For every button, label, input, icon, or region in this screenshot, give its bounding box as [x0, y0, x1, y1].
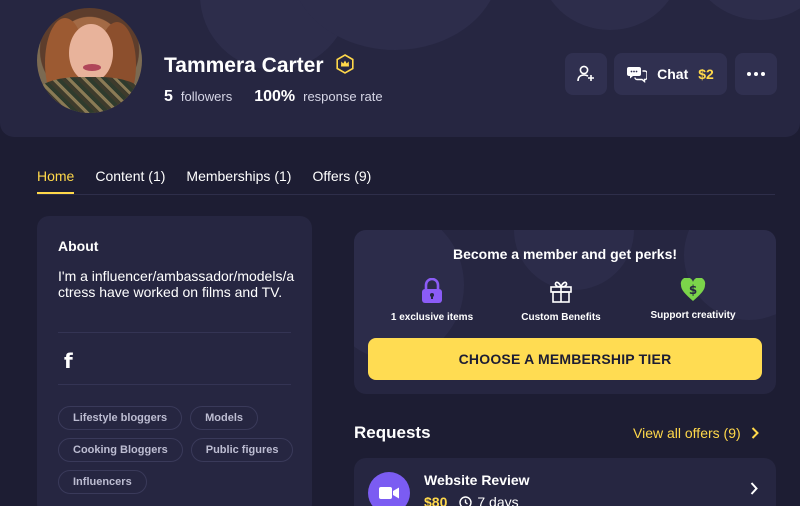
membership-card: Become a member and get perks! 1 exclusi…	[354, 230, 776, 394]
clock-icon	[459, 495, 473, 506]
tab-content[interactable]: Content (1)	[95, 168, 165, 194]
lock-icon	[422, 278, 442, 303]
followers-count: 5	[164, 88, 173, 105]
perk-label: Support creativity	[650, 310, 736, 321]
perk-label: 1 exclusive items	[390, 312, 474, 323]
tag-influencers[interactable]: Influencers	[58, 470, 147, 494]
more-options-button[interactable]	[735, 53, 777, 95]
profile-name: Tammera Carter	[164, 54, 324, 77]
request-item-website-review[interactable]: Website Review $80 7 days	[354, 458, 776, 506]
perk-support-creativity: $ Support creativity	[628, 278, 758, 321]
followers-label: followers	[180, 89, 233, 104]
verified-crown-icon	[336, 54, 354, 74]
profile-tabs: Home Content (1) Memberships (1) Offers …	[37, 168, 371, 194]
profile-stats: 5 followers 100% response rate	[164, 88, 383, 106]
tag-lifestyle-bloggers[interactable]: Lifestyle bloggers	[58, 406, 183, 430]
about-divider	[58, 384, 291, 385]
tag-public-figures[interactable]: Public figures	[190, 438, 294, 462]
request-icon	[368, 472, 410, 506]
tab-offers[interactable]: Offers (9)	[312, 168, 371, 194]
request-price: $80	[424, 494, 448, 506]
chat-price: $2	[698, 66, 714, 82]
response-rate-value: 100%	[254, 88, 296, 105]
request-duration: 7 days	[459, 494, 519, 506]
requests-title: Requests	[354, 423, 431, 442]
membership-title: Become a member and get perks!	[452, 246, 678, 262]
choose-membership-tier-button[interactable]: CHOOSE A MEMBERSHIP TIER	[368, 338, 762, 380]
chevron-right-icon	[750, 482, 758, 495]
about-card: About I'm a influencer/ambassador/models…	[37, 216, 312, 506]
avatar[interactable]	[37, 8, 142, 113]
add-user-icon	[577, 65, 594, 82]
chevron-right-icon	[751, 427, 759, 439]
request-name: Website Review	[424, 472, 530, 488]
tag-models[interactable]: Models	[190, 406, 259, 430]
tag-cooking-bloggers[interactable]: Cooking Bloggers	[58, 438, 183, 462]
view-all-offers-link[interactable]: View all offers (9)	[633, 425, 759, 441]
gift-icon	[550, 281, 572, 303]
chat-button[interactable]: Chat $2	[614, 53, 727, 95]
about-divider	[58, 332, 291, 333]
video-camera-icon	[379, 487, 399, 499]
category-tags: Lifestyle bloggers Models Cooking Blogge…	[58, 406, 303, 494]
svg-text:$: $	[689, 283, 697, 297]
view-all-offers-label: View all offers (9)	[633, 425, 741, 441]
request-duration-label: 7 days	[477, 494, 519, 506]
tabs-divider	[37, 194, 775, 195]
perk-exclusive-items: 1 exclusive items	[367, 278, 497, 323]
facebook-icon[interactable]: f	[64, 349, 73, 373]
chat-bubbles-icon	[627, 67, 648, 83]
about-bio: I'm a influencer/ambassador/models/actre…	[58, 268, 295, 300]
profile-header: Tammera Carter 5 followers 100% response…	[0, 0, 800, 137]
more-dots-icon	[747, 72, 765, 76]
follow-button[interactable]	[565, 53, 607, 95]
heart-dollar-icon: $	[680, 278, 706, 301]
perk-custom-benefits: Custom Benefits	[496, 278, 626, 323]
about-title: About	[58, 238, 99, 254]
tab-home[interactable]: Home	[37, 168, 75, 194]
chat-label: Chat	[657, 66, 689, 82]
request-meta: $80 7 days	[424, 494, 519, 506]
perk-label: Custom Benefits	[521, 312, 601, 323]
tab-memberships[interactable]: Memberships (1)	[186, 168, 291, 194]
response-rate-label: response rate	[303, 89, 383, 104]
